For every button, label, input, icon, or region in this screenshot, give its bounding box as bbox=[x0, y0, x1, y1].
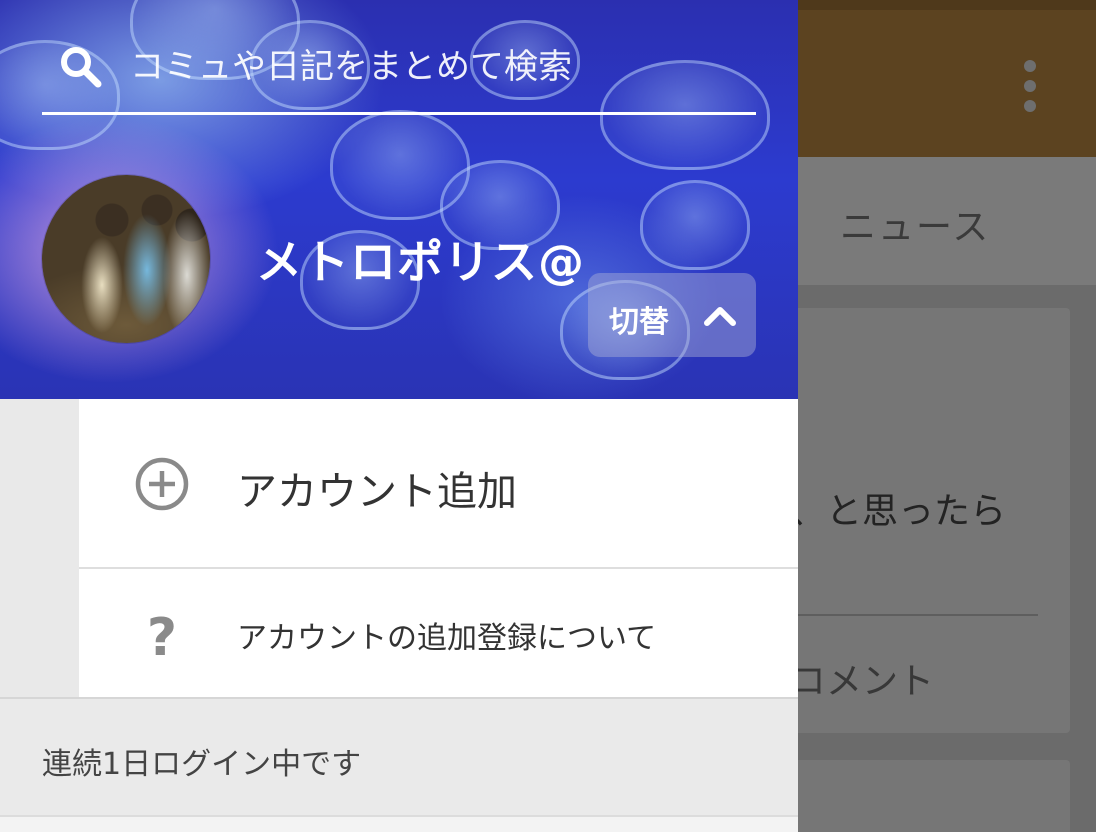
help-icon: ? bbox=[146, 608, 178, 668]
login-status-bar: 連続1日ログイン中です bbox=[0, 697, 798, 815]
account-switch-label: 切替 bbox=[609, 305, 669, 340]
user-name[interactable]: メトロポリス@ bbox=[256, 226, 585, 292]
search-bar[interactable] bbox=[42, 30, 756, 116]
login-status-text: 連続1日ログイン中です bbox=[42, 747, 362, 782]
feed-card-divider bbox=[790, 614, 1038, 616]
feed-card-comment[interactable]: コメント bbox=[790, 652, 934, 704]
add-account-label: アカウント追加 bbox=[237, 469, 517, 515]
search-input[interactable] bbox=[130, 42, 740, 92]
navigation-drawer: メトロポリス@ 切替 アカウント追加 ? アカウントの追加登録について 連続1日… bbox=[0, 0, 798, 832]
account-registration-help-label: アカウントの追加登録について bbox=[237, 621, 657, 656]
tab-news[interactable]: ニュース bbox=[840, 198, 990, 250]
jellyfish-decoration bbox=[640, 180, 750, 270]
search-icon[interactable] bbox=[58, 44, 104, 90]
drawer-bottom-item[interactable] bbox=[0, 815, 798, 832]
add-circle-icon bbox=[135, 457, 189, 511]
avatar[interactable] bbox=[42, 175, 210, 343]
account-menu: アカウント追加 ? アカウントの追加登録について bbox=[79, 399, 798, 697]
more-vertical-icon[interactable] bbox=[1022, 58, 1038, 114]
add-account-item[interactable]: アカウント追加 bbox=[79, 399, 798, 567]
drawer-header: メトロポリス@ 切替 bbox=[0, 0, 798, 399]
feed-card-next[interactable] bbox=[790, 760, 1070, 832]
search-underline bbox=[42, 112, 756, 115]
account-registration-help-item[interactable]: ? アカウントの追加登録について bbox=[79, 569, 798, 697]
account-switch-button[interactable]: 切替 bbox=[588, 273, 756, 357]
chevron-up-icon bbox=[704, 307, 736, 326]
feed-card-text: 、と思ったら bbox=[790, 491, 1007, 532]
